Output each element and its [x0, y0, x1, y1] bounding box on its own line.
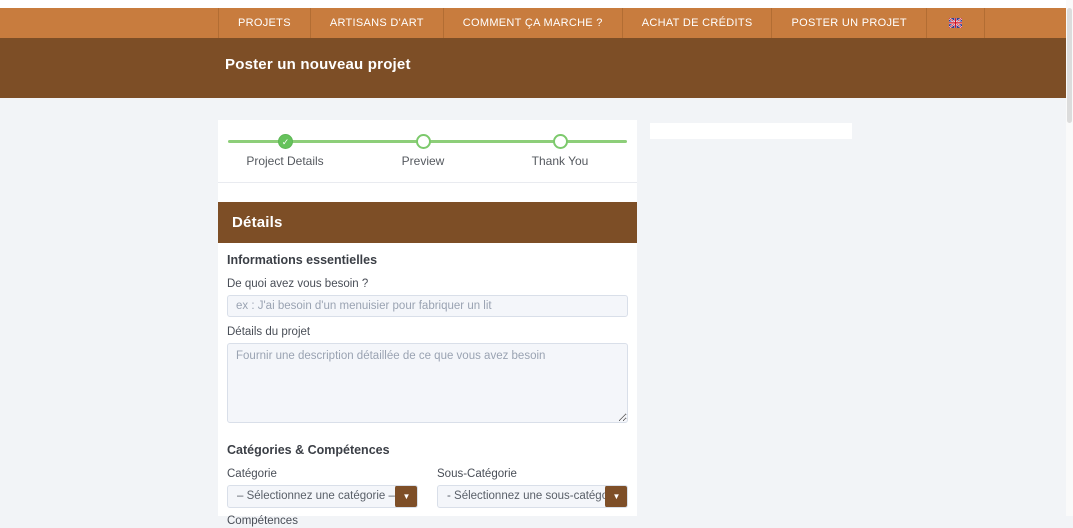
- progress-stepper: ✓ Project Details Preview Thank You: [218, 120, 637, 183]
- categories-heading: Catégories & Compétences: [227, 443, 390, 457]
- main-navbar: PROJETS ARTISANS D'ART COMMENT ÇA MARCHE…: [0, 8, 1066, 38]
- subcategory-select-value: - Sélectionnez une sous-catégorie -: [447, 490, 628, 502]
- need-label: De quoi avez vous besoin ?: [227, 278, 369, 290]
- category-select[interactable]: – Sélectionnez une catégorie – ▼: [227, 485, 418, 508]
- step-label-thank-you: Thank You: [531, 154, 589, 168]
- project-form: Informations essentielles De quoi avez v…: [218, 243, 637, 528]
- step-circle-preview: [416, 134, 431, 149]
- check-icon: ✓: [278, 134, 293, 149]
- project-details-label: Détails du projet: [227, 326, 311, 338]
- need-input[interactable]: [227, 295, 628, 317]
- nav-item-comment-ca-marche[interactable]: COMMENT ÇA MARCHE ?: [442, 8, 622, 38]
- uk-flag-icon: [948, 17, 963, 29]
- content-strip: [650, 123, 852, 139]
- category-label: Catégorie: [227, 468, 277, 480]
- essential-info-heading: Informations essentielles: [227, 253, 378, 267]
- project-details-textarea[interactable]: [227, 343, 628, 423]
- page-header: Poster un nouveau projet: [0, 38, 1066, 98]
- step-circle-thank-you: [553, 134, 568, 149]
- step-label-preview: Preview: [401, 154, 445, 168]
- nav-item-artisans-dart[interactable]: ARTISANS D'ART: [309, 8, 443, 38]
- nav-item-projets[interactable]: PROJETS: [218, 8, 310, 38]
- nav-item-poster-un-projet[interactable]: POSTER UN PROJET: [771, 8, 925, 38]
- card-gap: [218, 183, 637, 202]
- details-section-header: Détails: [218, 202, 637, 243]
- scrollbar-thumb[interactable]: [1067, 8, 1072, 123]
- language-switcher[interactable]: [925, 8, 985, 38]
- chevron-down-icon[interactable]: ▼: [395, 486, 417, 507]
- scrollbar[interactable]: [1066, 0, 1073, 516]
- nav-item-achat-de-credits[interactable]: ACHAT DE CRÉDITS: [621, 8, 772, 38]
- chevron-down-icon[interactable]: ▼: [605, 486, 627, 507]
- skills-label: Compétences: [227, 515, 298, 527]
- post-project-card: ✓ Project Details Preview Thank You Déta…: [218, 120, 637, 527]
- page-title: Poster un nouveau projet: [225, 56, 411, 73]
- top-strip: [0, 0, 1073, 8]
- subcategory-label: Sous-Catégorie: [437, 468, 517, 480]
- subcategory-select[interactable]: - Sélectionnez une sous-catégorie - ▼: [437, 485, 628, 508]
- category-select-value: – Sélectionnez une catégorie –: [237, 490, 395, 502]
- step-label-project-details: Project Details: [246, 154, 324, 168]
